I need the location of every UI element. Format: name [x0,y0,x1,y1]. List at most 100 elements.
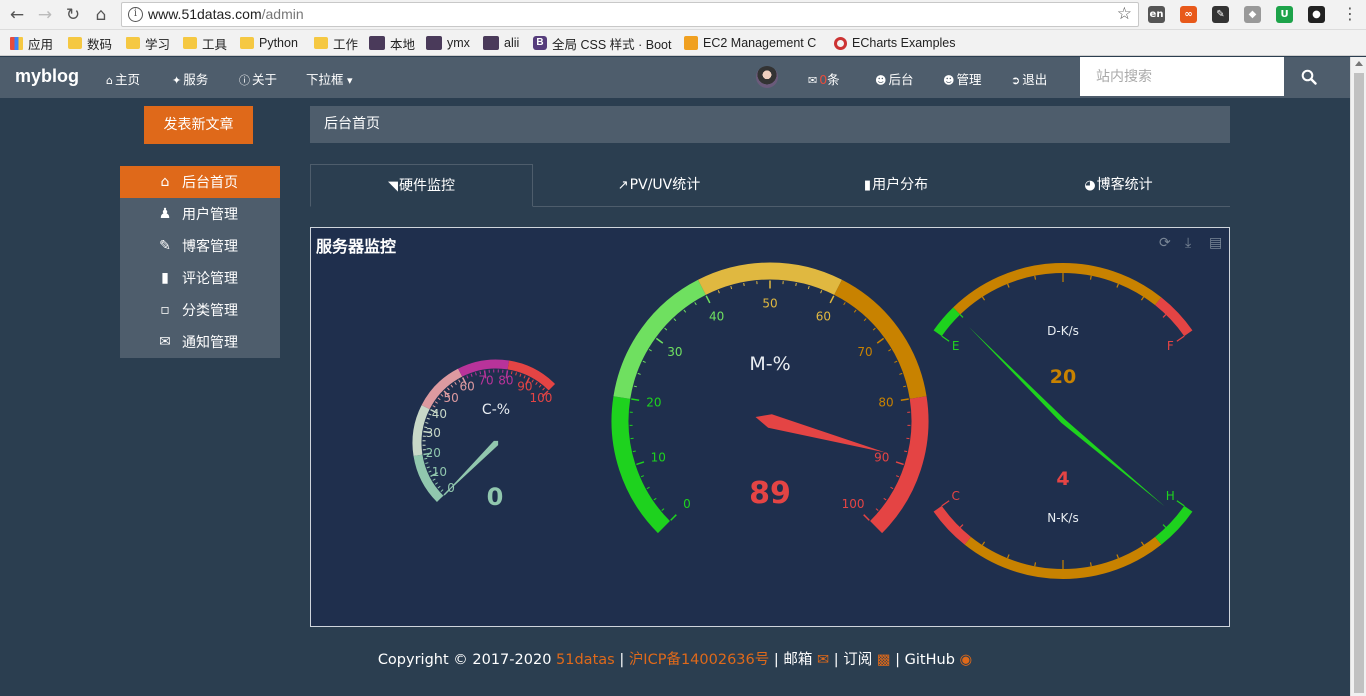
brand-logo[interactable]: myblog [15,66,79,87]
gauge-tick-label: 10 [651,450,666,464]
nav-manage[interactable]: ☻ 管理 [943,69,981,88]
gauge-end-label: C [951,489,959,503]
address-bar[interactable]: i www.51datas.com/admin ☆ [121,2,1139,27]
extension-cube-icon[interactable]: ◆ [1244,6,1261,23]
gauge-tick [475,372,477,376]
nav-about[interactable]: ⓘ 关于 [239,69,277,88]
sidebar-item-users[interactable]: ♟ 用户管理 [120,198,280,230]
nav-services[interactable]: ✦ 服务 [172,69,208,88]
gauge-tick-label: 60 [816,309,831,323]
gauge-tick [876,337,885,344]
extension-infinity-icon[interactable]: ∞ [1180,6,1197,23]
gauge-tick [664,327,668,331]
bookmark-folder[interactable]: 工具 [183,34,227,52]
tab-pvuv[interactable]: ↗PV/UV统计 [533,164,785,206]
gauge-tick [820,290,823,294]
gauge-tick [694,302,697,306]
browser-menu-icon[interactable]: ⋮ [1342,5,1358,23]
gauge-tick [895,475,900,478]
gauge-tick [730,285,733,290]
scroll-up-icon[interactable] [1355,61,1363,66]
gauge-tick [1034,275,1037,280]
sidebar-item-notifications[interactable]: ✉ 通知管理 [120,326,280,358]
nav-backend[interactable]: ☻ 后台 [875,69,913,88]
footer-github-link[interactable]: GitHub ◉ [905,652,973,668]
gauge-tick [648,349,652,352]
bookmark-folder[interactable]: Python [240,34,298,52]
bookmark-folder[interactable]: 学习 [126,34,170,52]
tab-blog-stats[interactable]: ◕博客统计 [1007,164,1230,206]
bookmark-link[interactable]: alii [483,34,519,52]
sidebar-item-comments[interactable]: ▮ 评论管理 [120,262,280,294]
user-avatar[interactable] [756,66,778,88]
bookmark-link[interactable]: EC2 Management C [684,34,816,52]
url-text: www.51datas.com/admin [148,6,304,22]
extension-translate-icon[interactable]: en [1148,6,1165,23]
bookmark-folder[interactable]: 数码 [68,34,112,52]
gauge-band [1155,297,1193,337]
bookmark-apps[interactable]: 应用 [10,34,53,52]
bookmark-link[interactable]: B 全局 CSS 样式 · Boot [533,34,671,52]
gauge-tick [1162,314,1167,318]
sidebar-item-categories[interactable]: ▫ 分类管理 [120,294,280,326]
search-input[interactable] [1080,57,1284,96]
page-scrollbar[interactable] [1350,57,1366,696]
gauge-tick [1007,554,1010,559]
gauge-tick [631,398,640,402]
info-sign-icon: ⓘ [239,74,250,87]
footer-mail-link[interactable]: 邮箱 ✉ [783,652,829,668]
folder-icon [126,37,140,49]
folder-icon [68,37,82,49]
search-button[interactable] [1284,57,1334,96]
home-browser-icon[interactable]: ⌂ [90,4,112,26]
gauge-tick [1140,541,1145,546]
extension-evernote-icon[interactable]: ✎ [1212,6,1229,23]
scrollbar-thumb[interactable] [1354,73,1364,693]
nav-home[interactable]: ⌂ 主页 [106,69,140,88]
bookmark-link[interactable]: ymx [426,34,470,52]
reload-icon[interactable]: ↻ [62,4,84,26]
gauge-tick [434,401,438,404]
gauge-tick-label: 90 [874,450,889,464]
gauge-tick-label: 80 [498,373,513,387]
gauge-tick [890,486,894,490]
gauge-tick [1116,283,1119,288]
bookmarks-bar: 应用 数码 学习 工具 Python 工作 本地 ymx alii B 全局 CS… [0,30,1366,56]
bookmark-link[interactable]: ECharts Examples [834,34,956,52]
back-icon[interactable]: ← [6,4,28,26]
sidebar-item-dashboard[interactable]: ⌂ 后台首页 [120,166,280,198]
gauge-tick [642,360,646,363]
tab-user-distribution[interactable]: ▮用户分布 [785,164,1007,206]
footer-site-link[interactable]: 51datas [556,652,615,668]
footer-icp-link[interactable]: 沪ICP备14002636号 [629,652,769,668]
gauge-tick [903,385,907,388]
gauge-tick-label: 40 [432,407,447,421]
gauge-charts: 0102030405060708090100C-%001020304050607… [412,262,1193,579]
nav-logout[interactable]: ➲ 退出 [1011,69,1047,88]
gauge-tick [542,387,545,391]
footer-subscribe-link[interactable]: 订阅 ▩ [843,652,890,668]
bookmark-folder[interactable]: 工作 [314,34,358,52]
nav-dropdown[interactable]: 下拉框 ▾ [306,69,355,88]
sidebar-item-blogs[interactable]: ✎ 博客管理 [120,230,280,262]
gauge-tick [863,514,870,521]
gauge-tick [829,295,835,304]
info-icon[interactable]: i [128,7,143,22]
rss-icon: ▩ [876,652,891,668]
gauge-band [964,536,1162,579]
gauge-tick [743,282,745,287]
bookmark-star-icon[interactable]: ☆ [1117,4,1132,24]
extension-shield-icon[interactable]: U [1276,6,1293,23]
new-post-button[interactable]: 发表新文章 [144,106,253,144]
bookmark-link[interactable]: 本地 [369,34,415,52]
gauge-end-label: H [1166,489,1175,503]
forward-icon[interactable]: → [34,4,56,26]
avatar-favicon-icon [369,36,385,50]
tab-bar: ◥硬件监控 ↗PV/UV统计 ▮用户分布 ◕博客统计 [310,164,1230,207]
extension-tampermonkey-icon[interactable]: ● [1308,6,1325,23]
nav-messages[interactable]: ✉ 0条 [808,69,840,88]
gauge-tick [434,482,438,485]
tab-hardware[interactable]: ◥硬件监控 [310,164,533,207]
aws-box-icon [684,36,698,50]
gauge-tick [1089,562,1092,567]
